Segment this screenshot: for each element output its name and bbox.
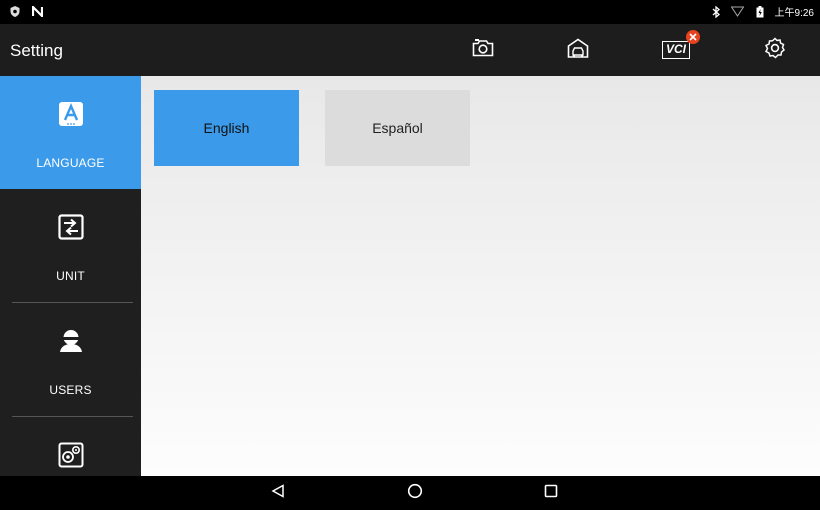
language-option-english[interactable]: English	[154, 90, 299, 166]
gear-icon	[764, 36, 786, 64]
sidebar-item-unit[interactable]: UNIT	[0, 189, 141, 302]
language-option-label: Español	[372, 120, 423, 136]
status-bar: 上午9:26	[0, 0, 820, 24]
wifi-icon	[731, 5, 745, 19]
back-icon	[271, 483, 285, 503]
garage-icon	[567, 38, 589, 63]
page-title: Setting	[10, 41, 63, 60]
unit-icon	[57, 213, 85, 241]
sidebar: LANGUAGE UNIT USERS	[0, 76, 141, 476]
disconnected-icon	[686, 30, 700, 44]
language-icon	[57, 100, 85, 128]
recents-icon	[544, 484, 558, 503]
app-bar: Setting VCI	[0, 24, 820, 76]
sidebar-item-system-settings[interactable]	[0, 417, 141, 476]
vci-icon: VCI	[662, 41, 690, 59]
n-icon	[30, 4, 44, 18]
language-option-espanol[interactable]: Español	[325, 90, 470, 166]
navigation-bar	[0, 476, 820, 510]
screenshot-button[interactable]	[468, 36, 498, 64]
sidebar-item-label: UNIT	[56, 269, 85, 283]
garage-button[interactable]	[563, 36, 593, 64]
vci-label: VCI	[665, 42, 686, 56]
home-button[interactable]	[405, 483, 425, 504]
content-area: English Español	[141, 76, 820, 476]
system-settings-icon	[57, 441, 85, 469]
language-option-label: English	[203, 120, 250, 136]
sidebar-item-label: USERS	[49, 383, 92, 397]
back-button[interactable]	[268, 483, 288, 503]
home-icon	[407, 483, 423, 504]
sidebar-item-language[interactable]: LANGUAGE	[0, 76, 141, 189]
battery-icon	[753, 5, 767, 19]
sidebar-item-users[interactable]: USERS	[0, 303, 141, 416]
vci-button[interactable]: VCI	[660, 30, 700, 64]
user-icon	[57, 327, 85, 355]
shield-icon	[8, 4, 22, 18]
status-left	[8, 4, 44, 18]
status-right: 上午9:26	[709, 4, 814, 19]
recents-button[interactable]	[541, 484, 561, 502]
bluetooth-icon	[709, 5, 723, 19]
camera-icon	[472, 38, 494, 62]
sidebar-item-label: LANGUAGE	[36, 156, 105, 170]
status-time: 上午9:26	[774, 8, 814, 19]
settings-button[interactable]	[760, 36, 790, 64]
